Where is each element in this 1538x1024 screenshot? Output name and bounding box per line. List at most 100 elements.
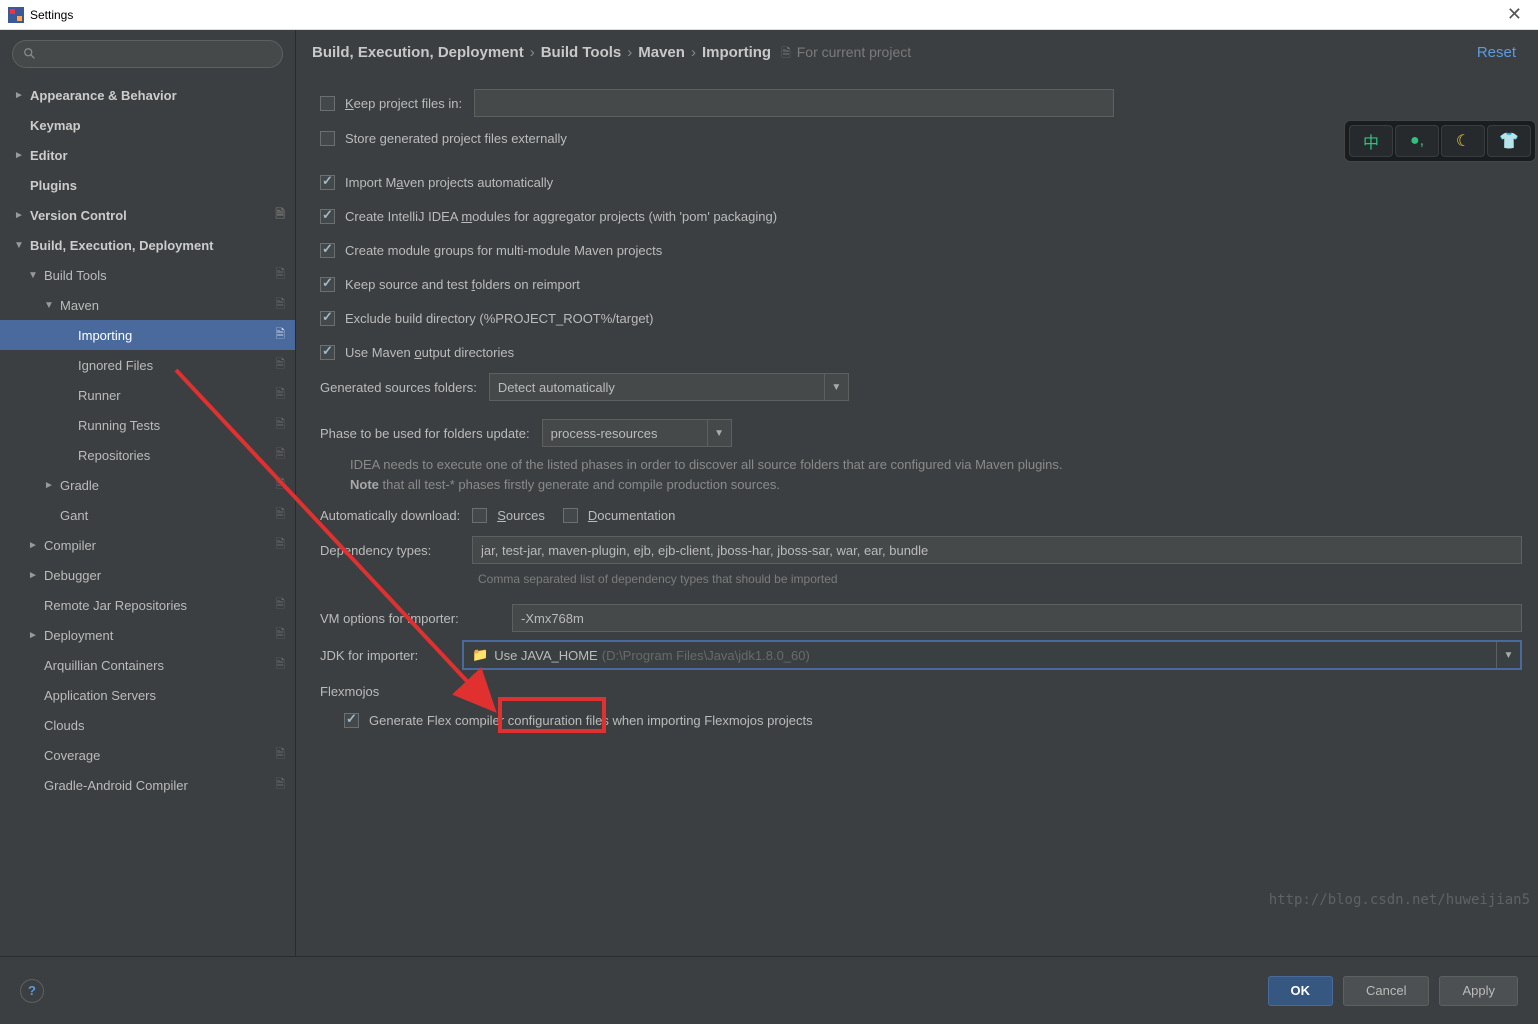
sidebar-item-label: Running Tests bbox=[78, 418, 160, 433]
chk-keep-files[interactable] bbox=[320, 96, 335, 111]
project-scope-icon: 🗎 bbox=[275, 415, 285, 436]
chk-sources[interactable] bbox=[472, 508, 487, 523]
chk-store-ext[interactable] bbox=[320, 131, 335, 146]
dep-hint: Comma separated list of dependency types… bbox=[478, 572, 1522, 586]
sidebar-item-label: Gradle bbox=[60, 478, 99, 493]
sidebar-item-label: Runner bbox=[78, 388, 121, 403]
bc-4: Importing bbox=[702, 44, 771, 61]
select-phase[interactable]: process-resources ▼ bbox=[542, 419, 732, 447]
lbl-store-ext: Store generated project files externally bbox=[345, 131, 567, 146]
sidebar-item-compiler[interactable]: ►Compiler🗎 bbox=[0, 530, 295, 560]
close-icon[interactable]: ✕ bbox=[1499, 4, 1530, 25]
select-gen-sources[interactable]: Detect automatically ▼ bbox=[489, 373, 849, 401]
sidebar-item-debugger[interactable]: ►Debugger bbox=[0, 560, 295, 590]
sidebar-item-plugins[interactable]: ►Plugins bbox=[0, 170, 295, 200]
sidebar-item-remote-jar-repositories[interactable]: ►Remote Jar Repositories🗎 bbox=[0, 590, 295, 620]
sidebar-item-application-servers[interactable]: ►Application Servers bbox=[0, 680, 295, 710]
ime-btn-cn[interactable]: 中 bbox=[1349, 125, 1393, 157]
input-vm[interactable] bbox=[512, 604, 1522, 632]
sidebar-item-appearance-behavior[interactable]: ►Appearance & Behavior bbox=[0, 80, 295, 110]
lbl-exclude-build: Exclude build directory (%PROJECT_ROOT%/… bbox=[345, 311, 653, 326]
ime-btn-skin[interactable]: 👕 bbox=[1487, 125, 1531, 157]
project-scope-icon: 🗎 bbox=[275, 385, 285, 406]
chk-keep-source[interactable] bbox=[320, 277, 335, 292]
ok-button[interactable]: OK bbox=[1268, 976, 1334, 1006]
ime-float-toolbar[interactable]: 中 ●, ☾ 👕 bbox=[1344, 120, 1536, 162]
project-scope-icon: 🗎 bbox=[275, 505, 285, 526]
sidebar-item-gradle-android-compiler[interactable]: ►Gradle-Android Compiler🗎 bbox=[0, 770, 295, 800]
lbl-use-output: Use Maven output directories bbox=[345, 345, 514, 360]
chk-docs[interactable] bbox=[563, 508, 578, 523]
input-keep-files[interactable] bbox=[474, 89, 1114, 117]
chk-import-auto[interactable] bbox=[320, 175, 335, 190]
chk-use-output[interactable] bbox=[320, 345, 335, 360]
chk-create-modules[interactable] bbox=[320, 209, 335, 224]
sidebar-item-maven[interactable]: ▼Maven🗎 bbox=[0, 290, 295, 320]
sidebar-item-deployment[interactable]: ►Deployment🗎 bbox=[0, 620, 295, 650]
lbl-keep-source: Keep source and test folders on reimport bbox=[345, 277, 580, 292]
sidebar-item-ignored-files[interactable]: ►Ignored Files🗎 bbox=[0, 350, 295, 380]
sidebar-item-label: Remote Jar Repositories bbox=[44, 598, 187, 613]
select-jdk[interactable]: 📁 Use JAVA_HOME (D:\Program Files\Java\j… bbox=[462, 640, 1522, 670]
input-dep-types[interactable] bbox=[472, 536, 1522, 564]
sidebar-item-version-control[interactable]: ►Version Control🗎 bbox=[0, 200, 295, 230]
sidebar-item-build-execution-deployment[interactable]: ▼Build, Execution, Deployment bbox=[0, 230, 295, 260]
titlebar: Settings ✕ bbox=[0, 0, 1538, 30]
lbl-dep-types: Dependency types: bbox=[320, 543, 460, 558]
tree-arrow-icon: ► bbox=[28, 630, 40, 641]
lbl-create-groups: Create module groups for multi-module Ma… bbox=[345, 243, 662, 258]
sidebar-item-label: Plugins bbox=[30, 178, 77, 193]
sidebar-item-importing[interactable]: ►Importing🗎 bbox=[0, 320, 295, 350]
sidebar-item-runner[interactable]: ►Runner🗎 bbox=[0, 380, 295, 410]
jdk-value: Use JAVA_HOME bbox=[494, 648, 598, 663]
sidebar-item-label: Application Servers bbox=[44, 688, 156, 703]
sidebar-item-editor[interactable]: ►Editor bbox=[0, 140, 295, 170]
sidebar-item-coverage[interactable]: ►Coverage🗎 bbox=[0, 740, 295, 770]
sidebar-item-label: Gradle-Android Compiler bbox=[44, 778, 188, 793]
apply-button[interactable]: Apply bbox=[1439, 976, 1518, 1006]
help-button[interactable]: ? bbox=[20, 979, 44, 1003]
sidebar-item-label: Version Control bbox=[30, 208, 127, 223]
search-input[interactable] bbox=[43, 47, 272, 62]
reset-link[interactable]: Reset bbox=[1477, 44, 1516, 61]
sidebar-item-running-tests[interactable]: ►Running Tests🗎 bbox=[0, 410, 295, 440]
tree-arrow-icon: ▼ bbox=[28, 270, 40, 281]
sidebar-item-repositories[interactable]: ►Repositories🗎 bbox=[0, 440, 295, 470]
ime-btn-theme[interactable]: ☾ bbox=[1441, 125, 1485, 157]
ime-btn-punct[interactable]: ●, bbox=[1395, 125, 1439, 157]
content: Build, Execution, Deployment › Build Too… bbox=[296, 30, 1538, 956]
sidebar-item-label: Coverage bbox=[44, 748, 100, 763]
sidebar-item-arquillian-containers[interactable]: ►Arquillian Containers🗎 bbox=[0, 650, 295, 680]
project-scope-icon: 🗎 bbox=[275, 745, 285, 766]
chk-create-groups[interactable] bbox=[320, 243, 335, 258]
scope-icon: 🗎 bbox=[781, 44, 791, 65]
chevron-down-icon: ▼ bbox=[824, 374, 848, 400]
sidebar-item-clouds[interactable]: ►Clouds bbox=[0, 710, 295, 740]
main: ►Appearance & Behavior►Keymap►Editor►Plu… bbox=[0, 30, 1538, 956]
breadcrumb: Build, Execution, Deployment › Build Too… bbox=[296, 30, 1538, 71]
jdk-path-hint: (D:\Program Files\Java\jdk1.8.0_60) bbox=[602, 648, 810, 663]
search-box[interactable] bbox=[12, 40, 283, 68]
lbl-docs: Documentation bbox=[588, 508, 675, 523]
lbl-import-auto: Import Maven projects automatically bbox=[345, 175, 553, 190]
tree-arrow-icon: ► bbox=[28, 570, 40, 581]
sidebar-item-label: Compiler bbox=[44, 538, 96, 553]
chk-flex-gen[interactable] bbox=[344, 713, 359, 728]
project-scope-icon: 🗎 bbox=[275, 355, 285, 376]
bc-2: Build Tools bbox=[541, 44, 622, 61]
project-scope-icon: 🗎 bbox=[275, 655, 285, 676]
sidebar-item-build-tools[interactable]: ▼Build Tools🗎 bbox=[0, 260, 295, 290]
lbl-vm: VM options for importer: bbox=[320, 611, 500, 626]
project-scope-icon: 🗎 bbox=[275, 625, 285, 646]
tree-arrow-icon: ► bbox=[14, 210, 26, 221]
cancel-button[interactable]: Cancel bbox=[1343, 976, 1429, 1006]
chk-exclude-build[interactable] bbox=[320, 311, 335, 326]
sidebar-item-gradle[interactable]: ►Gradle🗎 bbox=[0, 470, 295, 500]
bottom-bar: ? OK Cancel Apply bbox=[0, 956, 1538, 1024]
project-scope-icon: 🗎 bbox=[275, 775, 285, 796]
sidebar-item-gant[interactable]: ►Gant🗎 bbox=[0, 500, 295, 530]
sidebar-item-label: Keymap bbox=[30, 118, 81, 133]
settings-tree[interactable]: ►Appearance & Behavior►Keymap►Editor►Plu… bbox=[0, 78, 295, 956]
bc-1: Build, Execution, Deployment bbox=[312, 44, 524, 61]
sidebar-item-keymap[interactable]: ►Keymap bbox=[0, 110, 295, 140]
